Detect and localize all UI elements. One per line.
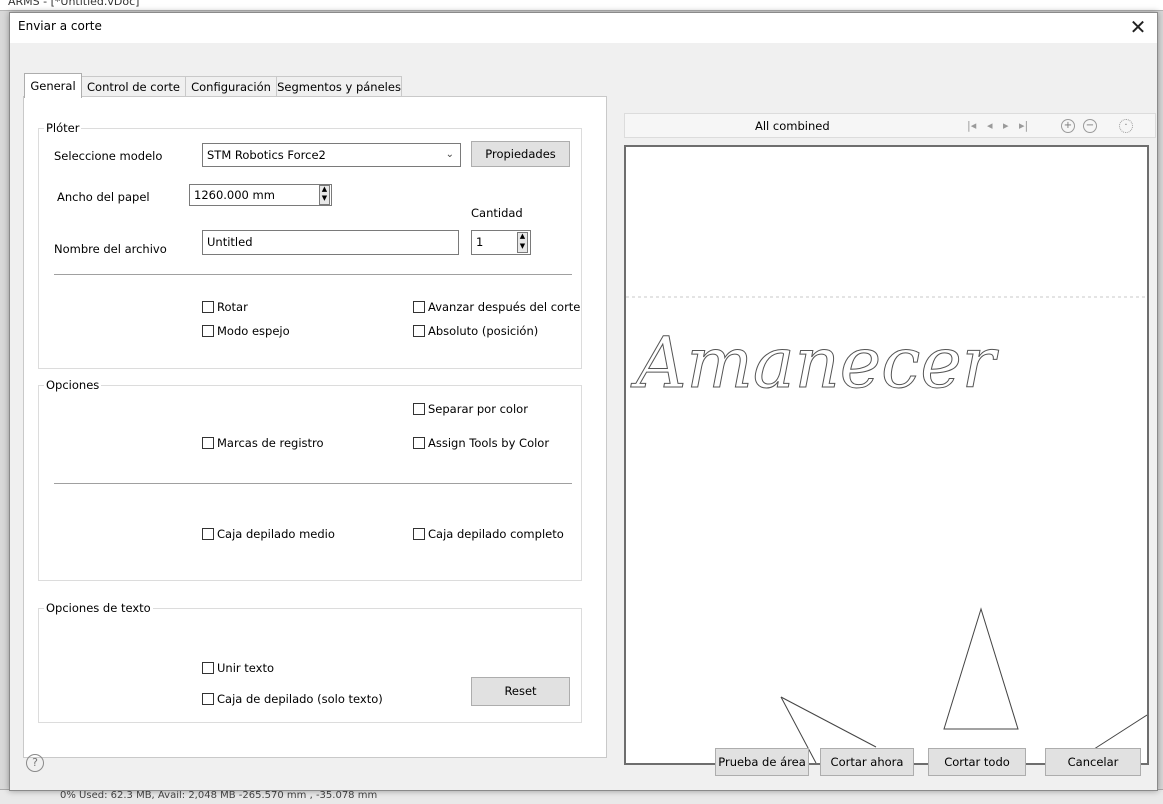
separate-color-label: Separar por color <box>428 402 528 416</box>
cut-preview-canvas: Amanecer <box>624 145 1149 765</box>
general-tab-panel: Plóter Seleccione modelo STM Robotics Fo… <box>23 96 607 758</box>
dialog-titlebar: Enviar a corte ✕ <box>10 13 1157 43</box>
triangle-shape <box>943 607 1019 730</box>
paper-width-input[interactable]: 1260.000 mm <box>189 184 332 206</box>
quantity-value: 1 <box>476 235 484 249</box>
weed-text-checkbox-box[interactable] <box>202 693 214 705</box>
dialog-body: General Control de corte Configuración S… <box>10 43 1157 790</box>
mirror-checkbox-box[interactable] <box>202 325 214 337</box>
rotate-checkbox-box[interactable] <box>202 301 214 313</box>
separate-color-checkbox-box[interactable] <box>413 403 425 415</box>
amanecer-text-outline: Amanecer <box>630 322 999 404</box>
absolute-checkbox-box[interactable] <box>413 325 425 337</box>
help-icon[interactable]: ? <box>26 754 44 772</box>
preview-artwork: Amanecer <box>626 296 1147 763</box>
zoom-out-icon[interactable]: − <box>1083 119 1097 133</box>
star-edge-left-2 <box>780 696 877 748</box>
model-select[interactable]: STM Robotics Force2 ⌄ <box>202 143 461 167</box>
background-status-text: 0% Used: 62.3 MB, Avail: 2,048 MB -265.5… <box>60 790 378 801</box>
paper-width-spinner[interactable]: ▲ ▼ <box>319 185 330 205</box>
close-button[interactable]: ✕ <box>1123 15 1153 41</box>
model-select-value: STM Robotics Force2 <box>207 148 326 162</box>
paper-width-value: 1260.000 mm <box>194 188 275 202</box>
tab-segments-panels[interactable]: Segmentos y páneles <box>276 76 402 97</box>
weed-medium-checkbox[interactable]: Caja depilado medio <box>202 527 335 541</box>
preview-header: All combined |◂ ◂ ▸ ▸| + − · <box>624 113 1156 138</box>
rotate-checkbox[interactable]: Rotar <box>202 300 248 314</box>
next-icon[interactable]: ▸ <box>1003 119 1009 132</box>
properties-button[interactable]: Propiedades <box>471 141 570 167</box>
reg-marks-checkbox[interactable]: Marcas de registro <box>202 436 324 450</box>
model-label: Seleccione modelo <box>54 149 163 163</box>
weed-text-checkbox[interactable]: Caja de depilado (solo texto) <box>202 692 383 706</box>
tab-cut-control[interactable]: Control de corte <box>81 76 186 97</box>
rotate-label: Rotar <box>217 300 248 314</box>
text-options-group-label: Opciones de texto <box>44 601 153 615</box>
filename-input[interactable]: Untitled <box>202 230 459 255</box>
join-text-checkbox[interactable]: Unir texto <box>202 661 274 675</box>
zoom-in-icon[interactable]: + <box>1061 119 1075 133</box>
weed-medium-checkbox-box[interactable] <box>202 528 214 540</box>
first-icon[interactable]: |◂ <box>967 119 976 132</box>
quantity-label: Cantidad <box>471 206 523 220</box>
join-text-checkbox-box[interactable] <box>202 662 214 674</box>
chevron-down-icon: ⌄ <box>445 149 454 160</box>
absolute-label: Absoluto (posición) <box>428 324 539 338</box>
background-status-bar: 0% Used: 62.3 MB, Avail: 2,048 MB -265.5… <box>0 789 1163 804</box>
mirror-checkbox[interactable]: Modo espejo <box>202 324 290 338</box>
options-group: Opciones Separar por color Marcas de reg… <box>38 378 582 581</box>
weed-text-label: Caja de depilado (solo texto) <box>217 692 383 706</box>
plotter-group: Plóter Seleccione modelo STM Robotics Fo… <box>38 121 582 369</box>
preview-combined-label: All combined <box>755 119 830 133</box>
send-to-cut-dialog: Enviar a corte ✕ General Control de cort… <box>9 12 1158 791</box>
paper-width-label: Ancho del papel <box>57 190 150 204</box>
options-group-label: Opciones <box>44 378 102 392</box>
assign-tools-checkbox[interactable]: Assign Tools by Color <box>413 436 549 450</box>
advance-checkbox[interactable]: Avanzar después del corte <box>413 300 580 314</box>
prev-icon[interactable]: ◂ <box>987 119 993 132</box>
absolute-checkbox[interactable]: Absoluto (posición) <box>413 324 538 338</box>
weed-medium-label: Caja depilado medio <box>217 527 335 541</box>
reg-marks-label: Marcas de registro <box>217 436 324 450</box>
plotter-divider <box>54 274 572 275</box>
tab-general[interactable]: General <box>24 73 82 98</box>
text-options-group: Opciones de texto Unir texto Caja de dep… <box>38 601 582 723</box>
weed-full-checkbox-box[interactable] <box>413 528 425 540</box>
zoom-fit-icon[interactable]: · <box>1119 119 1133 133</box>
last-icon[interactable]: ▸| <box>1019 119 1028 132</box>
plotter-group-label: Plóter <box>44 121 82 135</box>
assign-tools-label: Assign Tools by Color <box>428 436 550 450</box>
reset-button[interactable]: Reset <box>471 677 570 706</box>
separate-color-checkbox[interactable]: Separar por color <box>413 402 528 416</box>
tab-configuration[interactable]: Configuración <box>185 76 277 97</box>
quantity-spinner[interactable]: ▲ ▼ <box>517 232 528 253</box>
dialog-title: Enviar a corte <box>18 19 102 33</box>
join-text-label: Unir texto <box>217 661 275 675</box>
filename-label: Nombre del archivo <box>54 242 167 256</box>
mirror-label: Modo espejo <box>217 324 290 338</box>
cut-all-button[interactable]: Cortar todo <box>928 748 1026 776</box>
background-app-titlebar: ARMS - [*Untitled.vDoc] <box>0 0 1163 11</box>
filename-value: Untitled <box>207 235 253 249</box>
options-divider <box>54 483 572 484</box>
advance-label: Avanzar después del corte <box>428 300 581 314</box>
cut-now-button[interactable]: Cortar ahora <box>820 748 914 776</box>
reg-marks-checkbox-box[interactable] <box>202 437 214 449</box>
advance-checkbox-box[interactable] <box>413 301 425 313</box>
test-area-button[interactable]: Prueba de área <box>715 748 809 776</box>
star-edge-right <box>1090 714 1147 752</box>
cancel-button[interactable]: Cancelar <box>1045 748 1141 776</box>
weed-full-checkbox[interactable]: Caja depilado completo <box>413 527 564 541</box>
assign-tools-checkbox-box[interactable] <box>413 437 425 449</box>
weed-full-label: Caja depilado completo <box>428 527 564 541</box>
background-app-title: ARMS - [*Untitled.vDoc] <box>8 0 140 8</box>
